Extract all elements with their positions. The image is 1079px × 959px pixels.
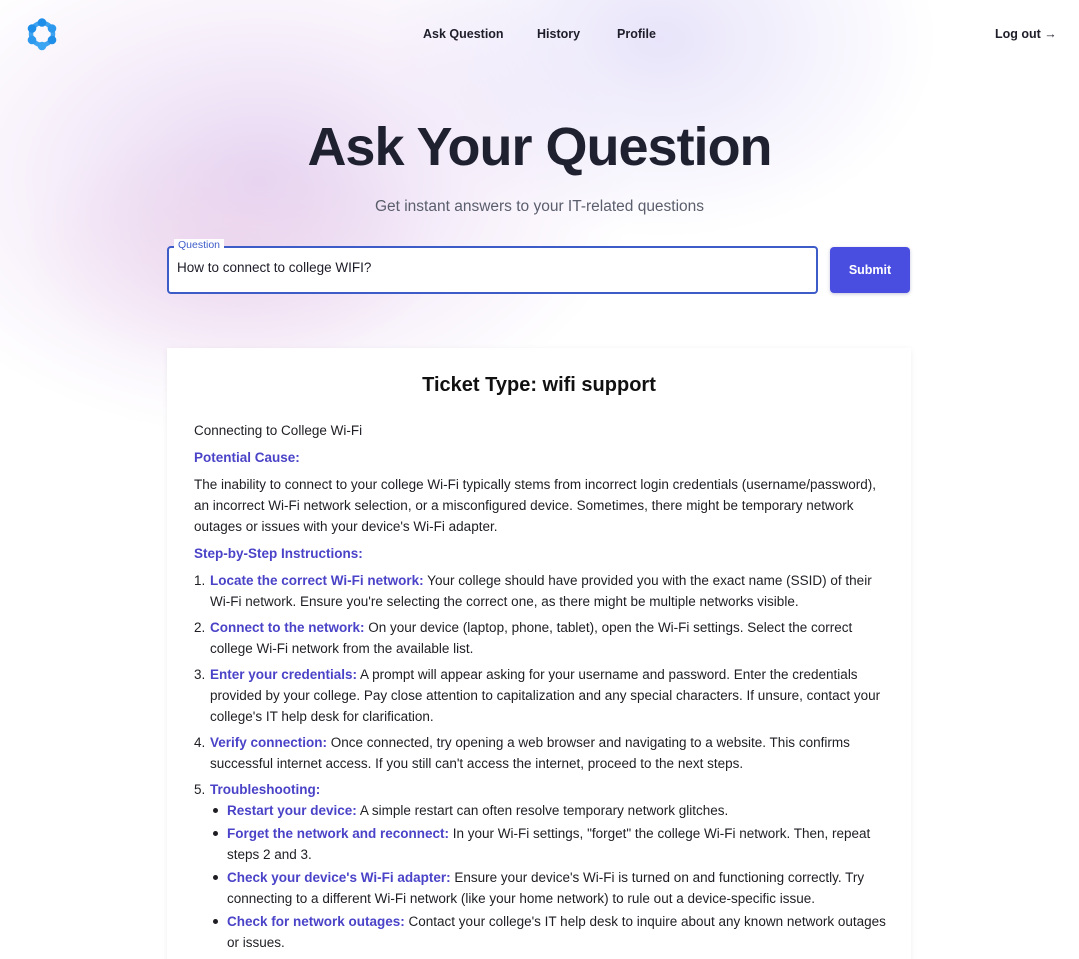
- question-input[interactable]: [177, 260, 797, 275]
- step-item: 4. Verify connection: Once connected, tr…: [194, 732, 886, 774]
- troubleshooting-item: Check your device's Wi-Fi adapter: Ensur…: [210, 867, 886, 909]
- steps-heading: Step-by-Step Instructions:: [194, 546, 363, 561]
- troubleshooting-item: Forget the network and reconnect: In you…: [210, 823, 886, 865]
- nav-ask-question[interactable]: Ask Question: [423, 27, 504, 41]
- steps-list: 1. Locate the correct Wi-Fi network: You…: [194, 570, 886, 953]
- step-number: 3.: [194, 667, 206, 682]
- step-number: 5.: [194, 782, 206, 797]
- page-title: Ask Your Question: [307, 117, 772, 177]
- troubleshooting-item: Check for network outages: Contact your …: [210, 911, 886, 953]
- troubleshooting-item: Restart your device: A simple restart ca…: [210, 800, 886, 821]
- top-nav-bar: Ask Question History Profile Log out →: [0, 0, 1079, 70]
- answer-intro: Connecting to College Wi-Fi: [194, 423, 363, 438]
- step-item: 5. Troubleshooting: Restart your device:…: [194, 779, 886, 953]
- step-item: 3. Enter your credentials: A prompt will…: [194, 664, 886, 727]
- page: Ask Question History Profile Log out → A…: [0, 0, 1079, 959]
- submit-button[interactable]: Submit: [830, 247, 910, 293]
- question-label: Question: [174, 239, 225, 251]
- cause-text: The inability to connect to your college…: [194, 477, 877, 534]
- troubleshooting-title: Forget the network and reconnect:: [227, 826, 450, 841]
- step-title: Enter your credentials:: [210, 667, 358, 682]
- bullet-icon: [213, 919, 218, 924]
- troubleshooting-title: Check for network outages:: [227, 914, 405, 929]
- question-field[interactable]: [167, 246, 818, 294]
- bullet-icon: [213, 875, 218, 880]
- atom-ring-logo-icon[interactable]: [24, 16, 60, 52]
- step-title: Connect to the network:: [210, 620, 365, 635]
- step-item: 2. Connect to the network: On your devic…: [194, 617, 886, 659]
- troubleshooting-title: Restart your device:: [227, 803, 357, 818]
- bullet-icon: [213, 831, 218, 836]
- step-title: Verify connection:: [210, 735, 328, 750]
- step-item: 1. Locate the correct Wi-Fi network: You…: [194, 570, 886, 612]
- bullet-icon: [213, 808, 218, 813]
- cause-heading: Potential Cause:: [194, 450, 300, 465]
- answer-card: Ticket Type: wifi support Connecting to …: [167, 348, 911, 959]
- troubleshooting-list: Restart your device: A simple restart ca…: [210, 800, 886, 953]
- nav-history[interactable]: History: [537, 27, 580, 41]
- troubleshooting-text: A simple restart can often resolve tempo…: [356, 803, 729, 818]
- step-title: Troubleshooting:: [210, 782, 321, 797]
- nav-profile[interactable]: Profile: [617, 27, 656, 41]
- answer-body: Connecting to College Wi-Fi Potential Ca…: [194, 420, 886, 958]
- ticket-title: Ticket Type: wifi support: [422, 374, 656, 396]
- logout-link[interactable]: Log out →: [995, 27, 1057, 41]
- page-subtitle: Get instant answers to your IT-related q…: [374, 198, 705, 215]
- step-number: 1.: [194, 573, 206, 588]
- step-number: 4.: [194, 735, 206, 750]
- step-number: 2.: [194, 620, 206, 635]
- step-title: Locate the correct Wi-Fi network:: [210, 573, 424, 588]
- troubleshooting-title: Check your device's Wi-Fi adapter:: [227, 870, 451, 885]
